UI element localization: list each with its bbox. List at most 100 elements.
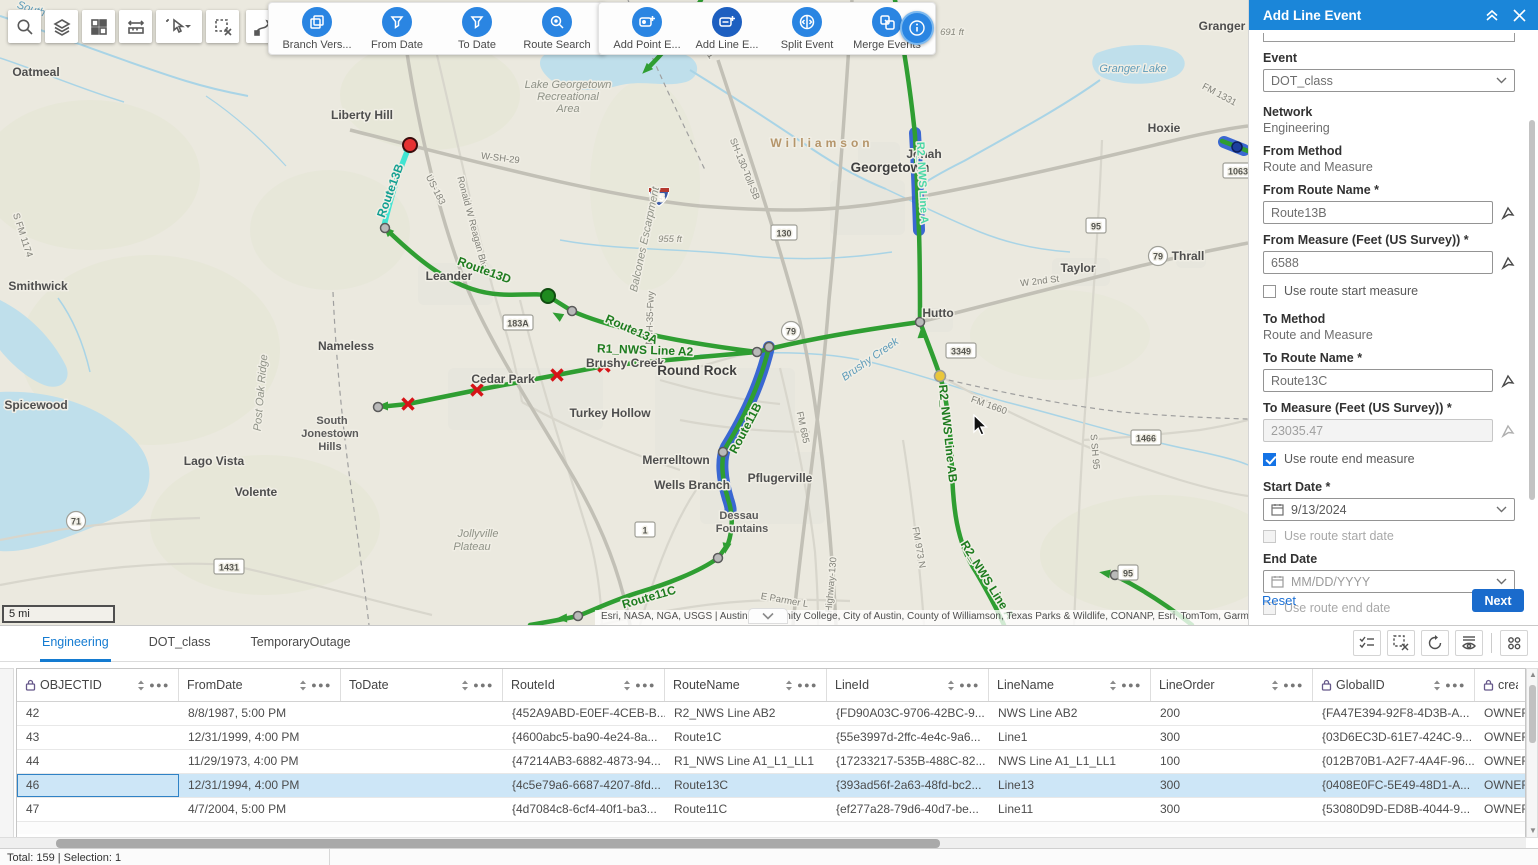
- add-point-event-button[interactable]: Add Point E...: [609, 7, 685, 51]
- vertex-marker[interactable]: [714, 554, 723, 563]
- table-cell[interactable]: {4c5e79a6-6687-4207-8fd...: [503, 774, 665, 797]
- column-header-lineorder[interactable]: LineOrder●●●: [1151, 669, 1313, 701]
- table-row[interactable]: 474/7/2004, 5:00 PM {4d7084c8-6cf4-40f1-b…: [17, 798, 1525, 822]
- column-header-create[interactable]: create: [1475, 669, 1526, 701]
- column-menu-icon[interactable]: ●●●: [1445, 680, 1466, 690]
- close-panel-button[interactable]: [1513, 9, 1526, 22]
- vertex-marker[interactable]: [574, 612, 583, 621]
- table-cell[interactable]: {452A9ABD-E0EF-4CEB-B...: [503, 702, 665, 725]
- table-cell[interactable]: {17233217-535B-488C-82...: [827, 750, 989, 773]
- table-cell[interactable]: 200: [1151, 702, 1313, 725]
- sort-icon[interactable]: [1433, 680, 1441, 691]
- column-menu-icon[interactable]: ●●●: [149, 680, 170, 690]
- sort-icon[interactable]: [1109, 680, 1117, 691]
- column-header-linename[interactable]: LineName●●●: [989, 669, 1151, 701]
- table-horizontal-scrollbar[interactable]: [0, 837, 1526, 848]
- table-cell[interactable]: 12/31/1999, 4:00 PM: [179, 726, 341, 749]
- table-cell[interactable]: [341, 750, 503, 773]
- column-header-globalid[interactable]: GlobalID●●●: [1313, 669, 1475, 701]
- vertex-marker[interactable]: [568, 307, 577, 316]
- column-header-routeid[interactable]: RouteId●●●: [503, 669, 665, 701]
- table-row[interactable]: 428/8/1987, 5:00 PM{452A9ABD-E0EF-4CEB-B…: [17, 702, 1525, 726]
- table-cell[interactable]: Route11C: [665, 798, 827, 821]
- vertex-marker[interactable]: [765, 343, 774, 352]
- table-cell[interactable]: 12/31/1994, 4:00 PM: [179, 774, 341, 797]
- tab-dot-class[interactable]: DOT_class: [147, 626, 213, 662]
- from-measure-input[interactable]: [1263, 251, 1493, 274]
- column-menu-icon[interactable]: ●●●: [1283, 680, 1304, 690]
- use-route-start-measure-checkbox[interactable]: Use route start measure: [1263, 284, 1516, 298]
- column-menu-icon[interactable]: ●●●: [1121, 680, 1142, 690]
- route-search-button[interactable]: Route Search: [519, 7, 595, 51]
- table-cell[interactable]: NWS Line AB2: [989, 702, 1151, 725]
- table-cell[interactable]: {012B70B1-A2F7-4A4F-96...: [1313, 750, 1475, 773]
- table-cell[interactable]: 43: [17, 726, 179, 749]
- red-point-marker[interactable]: [403, 138, 417, 152]
- next-button[interactable]: Next: [1472, 589, 1524, 612]
- table-cell[interactable]: {4d7084c8-6cf4-40f1-ba3...: [503, 798, 665, 821]
- column-header-routename[interactable]: RouteName●●●: [665, 669, 827, 701]
- column-menu-icon[interactable]: ●●●: [635, 680, 656, 690]
- sort-icon[interactable]: [137, 680, 145, 691]
- panel-scrollbar[interactable]: [1529, 40, 1535, 610]
- table-cell[interactable]: OWNER: [1475, 774, 1526, 797]
- clear-table-selection-button[interactable]: [1387, 630, 1415, 656]
- hide-fields-button[interactable]: [1455, 630, 1483, 656]
- table-cell[interactable]: [341, 726, 503, 749]
- yellow-point-marker[interactable]: [935, 371, 946, 382]
- branch-versions-button[interactable]: Branch Vers...: [279, 7, 355, 51]
- table-cell[interactable]: {FD90A03C-9706-42BC-9...: [827, 702, 989, 725]
- column-menu-icon[interactable]: ●●●: [473, 680, 494, 690]
- layers-button[interactable]: [45, 10, 78, 43]
- table-cell[interactable]: OWNER: [1475, 750, 1526, 773]
- table-cell[interactable]: 46: [17, 774, 179, 797]
- start-date-picker[interactable]: 9/13/2024: [1263, 498, 1515, 521]
- sort-icon[interactable]: [947, 680, 955, 691]
- reset-link[interactable]: Reset: [1262, 593, 1296, 608]
- tab-engineering[interactable]: Engineering: [40, 626, 111, 662]
- table-cell[interactable]: 300: [1151, 798, 1313, 821]
- map-canvas[interactable]: 183A13095334914661431951063179797135Oatm…: [0, 0, 1248, 625]
- from-route-name-input[interactable]: [1263, 201, 1493, 224]
- table-row[interactable]: 4312/31/1999, 4:00 PM{4600abc5-ba90-4e24…: [17, 726, 1525, 750]
- table-cell[interactable]: {55e3997d-2ffc-4e4c-9a6...: [827, 726, 989, 749]
- table-cell[interactable]: {FA47E394-92F8-4D3B-A...: [1313, 702, 1475, 725]
- table-cell[interactable]: {47214AB3-6882-4873-94...: [503, 750, 665, 773]
- table-cell[interactable]: [341, 798, 503, 821]
- column-header-fromdate[interactable]: FromDate●●●: [179, 669, 341, 701]
- refresh-button[interactable]: [1421, 630, 1449, 656]
- to-route-name-input[interactable]: [1263, 369, 1493, 392]
- scrollbar-thumb[interactable]: [56, 839, 940, 848]
- show-selected-records-button[interactable]: [1353, 630, 1381, 656]
- sort-icon[interactable]: [623, 680, 631, 691]
- table-cell[interactable]: R2_NWS Line AB2: [665, 702, 827, 725]
- table-row[interactable]: 4411/29/1973, 4:00 PM{47214AB3-6882-4873…: [17, 750, 1525, 774]
- navy-point-marker[interactable]: [1232, 142, 1242, 152]
- sort-icon[interactable]: [1271, 680, 1279, 691]
- info-button[interactable]: [900, 11, 934, 45]
- table-cell[interactable]: [341, 774, 503, 797]
- search-button[interactable]: [8, 10, 41, 43]
- column-header-lineid[interactable]: LineId●●●: [827, 669, 989, 701]
- sort-icon[interactable]: [299, 680, 307, 691]
- pick-to-route-button[interactable]: [1493, 374, 1515, 388]
- green-point-marker[interactable]: [541, 289, 555, 303]
- table-cell[interactable]: [341, 702, 503, 725]
- table-cell[interactable]: 4/7/2004, 5:00 PM: [179, 798, 341, 821]
- use-route-end-measure-checkbox[interactable]: Use route end measure: [1263, 452, 1516, 466]
- vertex-marker[interactable]: [753, 348, 762, 357]
- column-menu-icon[interactable]: ●●●: [797, 680, 818, 690]
- map-region[interactable]: 183A13095334914661431951063179797135Oatm…: [0, 0, 1248, 625]
- table-cell[interactable]: Route1C: [665, 726, 827, 749]
- table-cell[interactable]: {53080D9D-ED8B-4044-9...: [1313, 798, 1475, 821]
- table-cell[interactable]: NWS Line A1_L1_LL1: [989, 750, 1151, 773]
- table-cell[interactable]: 300: [1151, 774, 1313, 797]
- table-cell[interactable]: {393ad56f-2a63-48fd-bc2...: [827, 774, 989, 797]
- table-cell[interactable]: 47: [17, 798, 179, 821]
- table-cell[interactable]: {03D6EC3D-61E7-424C-9...: [1313, 726, 1475, 749]
- scrollbar-thumb[interactable]: [1529, 685, 1536, 743]
- table-cell[interactable]: {0408E0FC-5E49-48D1-A...: [1313, 774, 1475, 797]
- table-cell[interactable]: Line11: [989, 798, 1151, 821]
- sort-icon[interactable]: [461, 680, 469, 691]
- table-cell[interactable]: OWNER: [1475, 726, 1526, 749]
